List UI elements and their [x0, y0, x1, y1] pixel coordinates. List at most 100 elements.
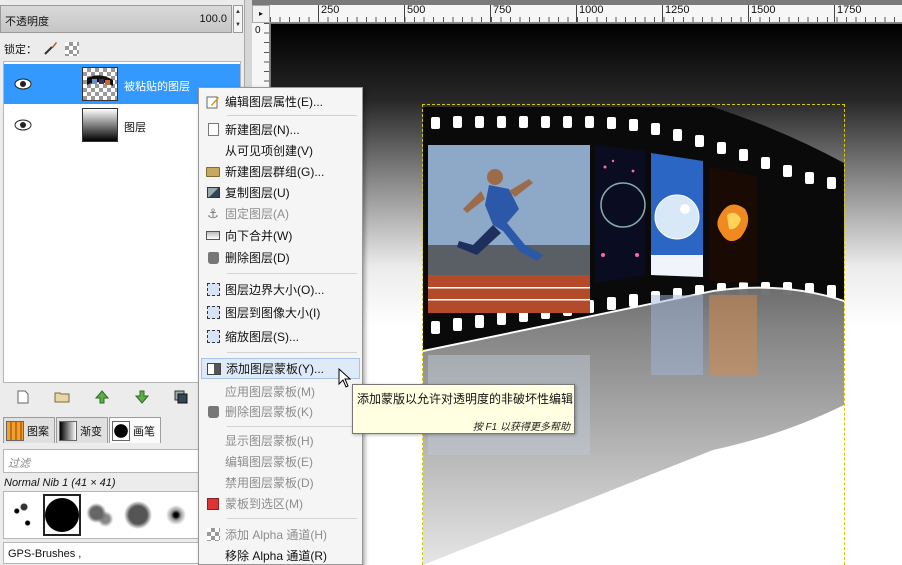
duplicate-icon: [201, 182, 225, 203]
menu-item-label: 删除图层蒙板(K): [225, 405, 313, 419]
layer-boundary-icon: [201, 279, 225, 300]
ruler-mark: 1500: [748, 5, 775, 22]
menu-scale-layer[interactable]: 缩放图层(S)...: [201, 326, 360, 347]
ruler-mark: 0: [255, 25, 261, 36]
new-layer-icon: [201, 119, 225, 140]
menu-separator: [227, 426, 357, 427]
tab-patterns[interactable]: 图案: [3, 417, 55, 443]
gradient-icon: [59, 420, 77, 441]
tab-brushes[interactable]: 画笔: [109, 417, 161, 443]
menu-layer-to-image-size[interactable]: 图层到图像大小(I): [201, 302, 360, 323]
folder-icon: [201, 161, 225, 182]
menu-item-label: 固定图层(A): [225, 207, 289, 221]
tab-label: 图案: [27, 425, 49, 438]
tab-label: 画笔: [133, 425, 155, 438]
brush-preview[interactable]: [6, 495, 42, 535]
new-layer-icon[interactable]: [15, 389, 31, 405]
menu-layer-boundary-size[interactable]: 图层边界大小(O)...: [201, 279, 360, 300]
menu-item-label: 移除 Alpha 通道(R): [225, 549, 328, 563]
lock-row: 锁定：: [4, 40, 79, 58]
menu-duplicate-layer[interactable]: 复制图层(U): [201, 182, 360, 203]
ruler-mark: 750: [490, 5, 511, 22]
menu-item-label: 复制图层(U): [225, 186, 290, 200]
edit-icon: [201, 91, 225, 112]
layer-thumbnail: [82, 67, 118, 101]
menu-edit-layer-mask[interactable]: 编辑图层蒙板(E): [201, 451, 360, 472]
lock-alpha-icon[interactable]: [65, 42, 79, 56]
tooltip-text: 添加蒙版以允许对透明度的非破坏性编辑: [357, 392, 574, 406]
brush-preview[interactable]: [82, 495, 118, 535]
menu-item-label: 新建图层群组(G)...: [225, 165, 325, 179]
mask-to-selection-icon: [201, 493, 225, 514]
menu-item-label: 蒙板到选区(M): [225, 497, 303, 511]
new-group-icon[interactable]: [54, 389, 70, 405]
menu-item-label: 编辑图层蒙板(E): [225, 455, 313, 469]
ruler-mark: 1750: [834, 5, 861, 22]
alpha-icon: [201, 524, 225, 545]
brush-name: Normal Nib 1 (41 × 41): [4, 477, 116, 489]
menu-remove-alpha-channel[interactable]: 移除 Alpha 通道(R): [201, 545, 360, 565]
menu-mask-to-selection[interactable]: 蒙板到选区(M): [201, 493, 360, 514]
menu-merge-down[interactable]: 向下合并(W): [201, 225, 360, 246]
brush-dock-tabs: 图案 渐变 画笔: [3, 417, 162, 443]
menu-new-from-visible[interactable]: 从可见项创建(V): [201, 140, 360, 161]
menu-show-layer-mask[interactable]: 显示图层蒙板(H): [201, 430, 360, 451]
menu-separator: [227, 273, 357, 274]
brush-preview-selected[interactable]: [43, 494, 81, 536]
menu-item-label: 从可见项创建(V): [225, 144, 313, 158]
tab-gradients[interactable]: 渐变: [56, 417, 108, 443]
trash-icon: [201, 401, 225, 422]
brush-preview[interactable]: [120, 495, 156, 535]
menu-item-label: 添加图层蒙板(Y)...: [226, 362, 324, 376]
layer-name[interactable]: 被粘贴的图层: [124, 78, 190, 94]
mouse-cursor-icon: [338, 368, 352, 388]
menu-apply-layer-mask[interactable]: 应用图层蒙板(M): [201, 381, 360, 402]
menu-item-label: 新建图层(N)...: [225, 123, 300, 137]
tooltip: 添加蒙版以允许对透明度的非破坏性编辑 按 F1 以获得更多帮助: [352, 384, 575, 434]
menu-item-label: 图层边界大小(O)...: [225, 283, 325, 297]
opacity-value: 100.0: [199, 13, 227, 25]
menu-item-label: 编辑图层属性(E)...: [225, 95, 323, 109]
menu-item-label: 图层到图像大小(I): [225, 306, 321, 320]
opacity-slider[interactable]: 不透明度 100.0: [0, 5, 232, 33]
menu-add-layer-mask[interactable]: 添加图层蒙板(Y)...: [201, 358, 360, 379]
eye-icon[interactable]: [14, 78, 32, 90]
menu-new-layer-group[interactable]: 新建图层群组(G)...: [201, 161, 360, 182]
layer-context-menu: 编辑图层属性(E)... 新建图层(N)... 从可见项创建(V) 新建图层群组…: [198, 87, 363, 565]
menu-item-label: 应用图层蒙板(M): [225, 385, 315, 399]
opacity-label: 不透明度: [5, 16, 49, 28]
menu-new-layer[interactable]: 新建图层(N)...: [201, 119, 360, 140]
lower-icon[interactable]: [134, 389, 150, 405]
navigate-button[interactable]: ▸: [252, 5, 270, 23]
raise-icon[interactable]: [94, 389, 110, 405]
tooltip-help-hint: 按 F1 以获得更多帮助: [472, 422, 570, 433]
menu-item-label: 显示图层蒙板(H): [225, 434, 314, 448]
layer-name[interactable]: 图层: [124, 119, 146, 135]
filmstrip-image: [423, 107, 844, 565]
brush-icon: [112, 420, 130, 441]
brush-preview[interactable]: [158, 495, 194, 535]
ruler-mark: 250: [318, 5, 339, 22]
menu-delete-layer[interactable]: 删除图层(D): [201, 247, 360, 268]
menu-separator: [227, 518, 357, 519]
horizontal-ruler[interactable]: 250 500 750 1000 1250 1500 1750: [270, 5, 902, 23]
menu-anchor-layer[interactable]: ⚓ 固定图层(A): [201, 203, 360, 224]
opacity-spinner[interactable]: ▲ ▼: [233, 5, 243, 33]
ruler-mark: 500: [404, 5, 425, 22]
merge-down-icon: [201, 225, 225, 246]
menu-edit-layer-attributes[interactable]: 编辑图层属性(E)...: [201, 91, 360, 112]
lock-pixels-icon[interactable]: [43, 40, 59, 59]
ruler-mark: 1000: [576, 5, 603, 22]
duplicate-icon[interactable]: [173, 389, 189, 405]
lock-label: 锁定：: [4, 44, 37, 56]
menu-item-label: 添加 Alpha 通道(H): [225, 528, 328, 542]
ruler-mark: 1250: [662, 5, 689, 22]
menu-add-alpha-channel[interactable]: 添加 Alpha 通道(H): [201, 524, 360, 545]
layer-thumbnail: [82, 108, 118, 142]
menu-disable-layer-mask[interactable]: 禁用图层蒙板(D): [201, 472, 360, 493]
menu-item-label: 向下合并(W): [225, 229, 293, 243]
anchor-icon: ⚓: [207, 205, 219, 221]
menu-delete-layer-mask[interactable]: 删除图层蒙板(K): [201, 401, 360, 422]
eye-icon[interactable]: [14, 119, 32, 131]
add-mask-icon: [202, 358, 226, 379]
